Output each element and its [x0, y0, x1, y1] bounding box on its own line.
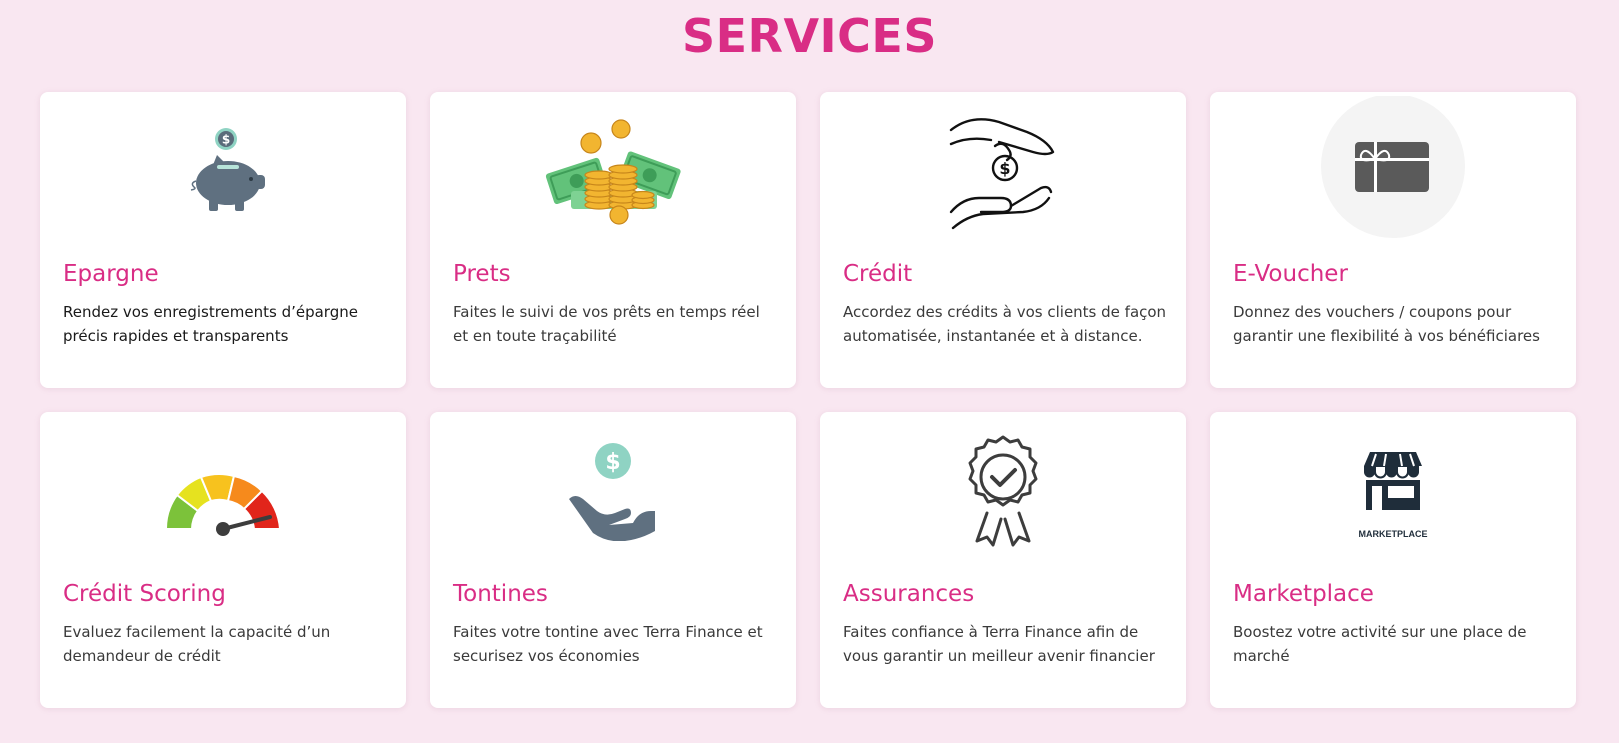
- piggy-bank-icon: $: [190, 128, 265, 211]
- service-card-tontines[interactable]: $ Tontines Faites votre tontine avec Ter…: [430, 412, 796, 708]
- services-grid: $ Epargne Rendez vos enregistrements d’é…: [40, 92, 1576, 708]
- service-description: Donnez des vouchers / coupons pour garan…: [1233, 303, 1540, 345]
- page-title: SERVICES: [681, 9, 937, 63]
- service-card-credit[interactable]: $ Crédit Accordez des crédits à vos clie…: [820, 92, 1186, 388]
- service-description: Evaluez facilement la capacité d’un dema…: [63, 623, 331, 665]
- service-title: Marketplace: [1233, 581, 1374, 607]
- service-title: Crédit Scoring: [63, 581, 226, 607]
- service-description: Accordez des crédits à vos clients de fa…: [843, 303, 1167, 345]
- service-card-prets[interactable]: Prets Faites le suivi de vos prêts en te…: [430, 92, 796, 388]
- hands-coin-icon: $: [949, 118, 1055, 230]
- gift-card-icon: [1321, 96, 1465, 238]
- storefront-icon: MARKETPLACE: [1359, 452, 1428, 539]
- service-title: Tontines: [453, 581, 548, 607]
- gauge-meter-icon: [164, 473, 282, 536]
- service-description: Boostez votre activité sur une place de …: [1233, 623, 1527, 665]
- service-description: Rendez vos enregistrements d’épargne pré…: [63, 303, 358, 345]
- svg-text:$: $: [222, 133, 230, 147]
- award-badge-icon: [968, 435, 1038, 547]
- service-card-marketplace[interactable]: MARKETPLACE Marketplace Boostez votre ac…: [1210, 412, 1576, 708]
- service-card-evoucher[interactable]: E-Voucher Donnez des vouchers / coupons …: [1210, 92, 1576, 388]
- svg-text:$: $: [999, 159, 1010, 178]
- marketplace-caption: MARKETPLACE: [1359, 529, 1428, 539]
- hand-dollar-icon: $: [569, 443, 655, 541]
- services-page: SERVICES $ Epargne Rendez vos enregistre…: [0, 0, 1619, 743]
- service-description: Faites votre tontine avec Terra Finance …: [453, 623, 763, 665]
- service-card-epargne[interactable]: $ Epargne Rendez vos enregistrements d’é…: [40, 92, 406, 388]
- service-description: Faites confiance à Terra Finance afin de…: [843, 623, 1155, 665]
- service-title: E-Voucher: [1233, 261, 1348, 287]
- service-title: Prets: [453, 261, 511, 287]
- service-description: Faites le suivi de vos prêts en temps ré…: [453, 303, 760, 345]
- service-card-credit-scoring[interactable]: Crédit Scoring Evaluez facilement la cap…: [40, 412, 406, 708]
- svg-text:$: $: [605, 450, 620, 475]
- money-stack-icon: [545, 119, 681, 225]
- service-title: Crédit: [843, 261, 913, 287]
- service-card-assurances[interactable]: Assurances Faites confiance à Terra Fina…: [820, 412, 1186, 708]
- service-title: Epargne: [63, 261, 159, 287]
- service-title: Assurances: [843, 581, 975, 607]
